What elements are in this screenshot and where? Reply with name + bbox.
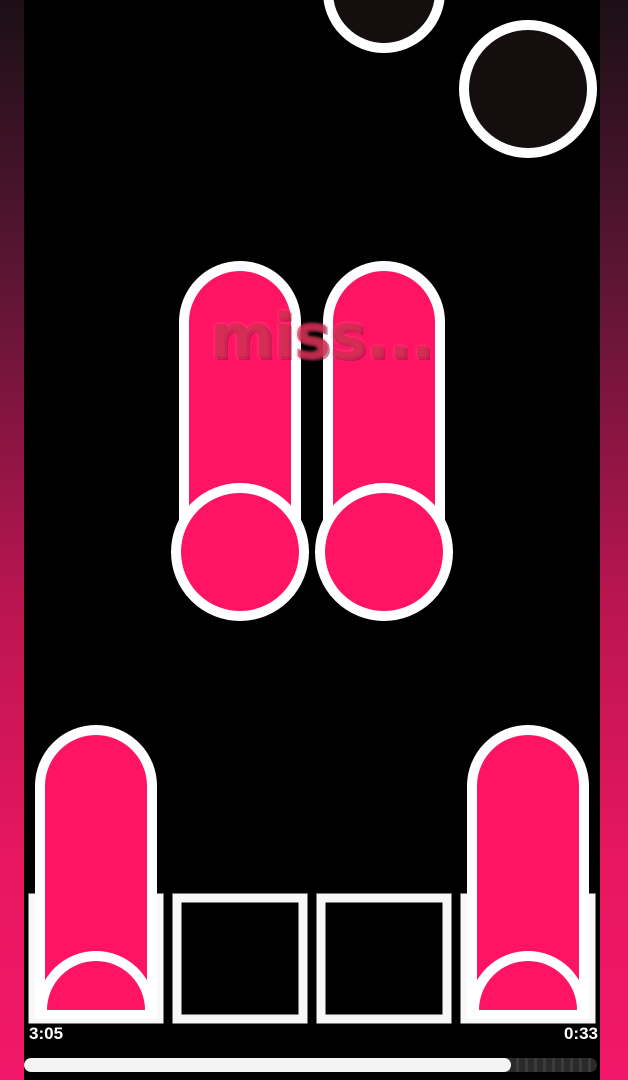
bomb-circle-icon bbox=[459, 20, 597, 158]
held-note-lane-4 bbox=[467, 725, 589, 1019]
bomb-circle-icon bbox=[323, 0, 445, 53]
receptor-square-icon bbox=[172, 893, 308, 1024]
held-note-lane-1 bbox=[35, 725, 157, 1019]
playfield-canvas bbox=[28, 0, 597, 1024]
song-progress-fill bbox=[24, 1058, 512, 1072]
song-progress-bar bbox=[24, 1058, 597, 1072]
playfield bbox=[24, 0, 600, 1080]
receptor-square-icon bbox=[316, 893, 452, 1024]
time-elapsed: 3:05 bbox=[29, 1024, 64, 1043]
judgement-miss-text: miss... bbox=[210, 300, 434, 373]
time-remaining: 0:33 bbox=[563, 1024, 598, 1043]
